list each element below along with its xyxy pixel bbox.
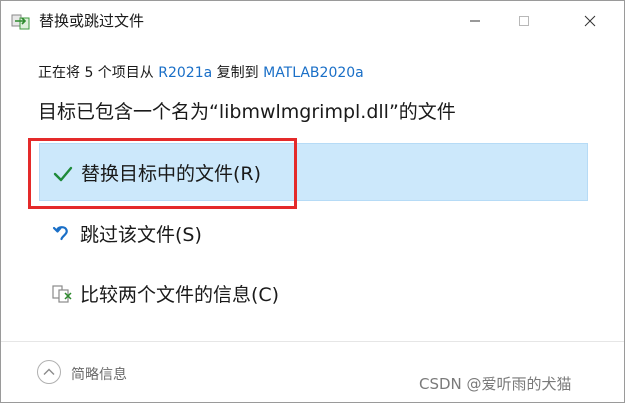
skip-file-label: 跳过该文件(S) xyxy=(80,223,202,246)
annotation-highlight-box xyxy=(28,138,297,209)
file-transfer-icon xyxy=(11,14,30,30)
compare-files-option[interactable]: 比较两个文件的信息(C) xyxy=(39,264,588,322)
close-button[interactable] xyxy=(567,1,613,41)
maximize-icon xyxy=(519,16,529,26)
skip-arrow-icon xyxy=(52,226,68,241)
minimize-icon xyxy=(470,20,480,22)
title-bar: 替换或跳过文件 xyxy=(1,1,624,41)
copy-status-middle: 复制到 xyxy=(212,65,264,81)
minimize-button[interactable] xyxy=(452,1,498,41)
compare-files-icon xyxy=(52,285,72,303)
fewer-details-label[interactable]: 简略信息 xyxy=(71,364,127,384)
maximize-button[interactable] xyxy=(501,1,547,41)
window-title: 替换或跳过文件 xyxy=(39,12,145,30)
destination-folder-link[interactable]: MATLAB2020a xyxy=(263,65,364,81)
compare-files-label: 比较两个文件的信息(C) xyxy=(80,283,280,306)
replace-or-skip-dialog: 替换或跳过文件 正在将 5 个项目从 R2021a 复制到 MATLAB2020… xyxy=(0,0,625,403)
chevron-up-icon[interactable] xyxy=(36,359,62,385)
copy-status-prefix: 正在将 5 个项目从 xyxy=(38,65,159,81)
source-folder-link[interactable]: R2021a xyxy=(158,65,212,81)
copy-status-text: 正在将 5 个项目从 R2021a 复制到 MATLAB2020a xyxy=(38,62,364,82)
close-icon xyxy=(584,15,596,27)
conflict-message: 目标已包含一个名为“libmwlmgrimpl.dll”的文件 xyxy=(38,101,456,123)
skip-file-option[interactable]: 跳过该文件(S) xyxy=(39,204,588,262)
watermark-text: CSDN @爱听雨的犬猫 xyxy=(419,375,572,393)
